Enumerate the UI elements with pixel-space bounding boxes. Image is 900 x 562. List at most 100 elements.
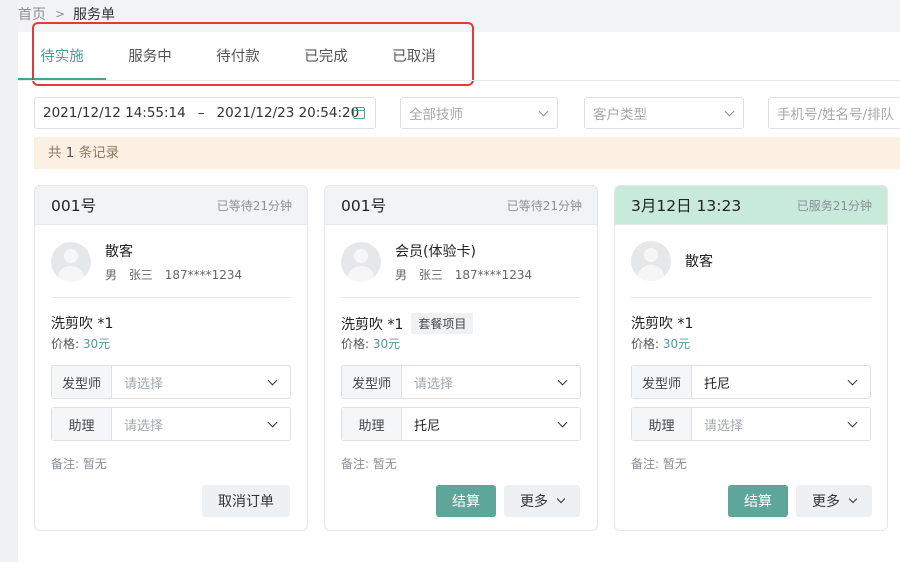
card-status: 已等待21分钟 <box>506 198 582 213</box>
main-content: 首页 > 服务单 待实施 服务中 待付款 已完成 已取消 2021/12/12 … <box>18 0 900 562</box>
customer-name: 会员(体验卡) <box>395 244 476 260</box>
customer-info: 会员(体验卡) 男 张三 187****1234 <box>341 241 540 283</box>
assistant-label: 助理 <box>342 408 402 440</box>
tab-awaiting-payment[interactable]: 待付款 <box>194 34 282 80</box>
order-card: 3月12日 13:23 已服务21分钟 散客 洗剪吹 *1 价格: 30元 发型… <box>614 185 888 531</box>
avatar <box>51 242 91 282</box>
customer-name: 散客 <box>685 254 713 270</box>
more-button[interactable]: 更多 <box>796 485 872 517</box>
breadcrumb-home[interactable]: 首页 <box>18 4 46 24</box>
tab-divider <box>18 80 900 81</box>
cancel-order-button[interactable]: 取消订单 <box>202 485 290 517</box>
more-button-label: 更多 <box>812 494 840 510</box>
date-end: 2021/12/23 20:54:20 <box>216 105 360 121</box>
stylist-value: 请选择 <box>124 376 164 392</box>
card-status: 已等待21分钟 <box>216 198 292 213</box>
search-input-placeholder: 手机号/姓名号/排队 <box>777 107 895 123</box>
chevron-down-icon <box>847 375 858 386</box>
search-input[interactable]: 手机号/姓名号/排队 <box>768 97 900 129</box>
customer-detail: 男 张三 187****1234 <box>395 266 540 283</box>
assistant-select[interactable]: 助理 请选择 <box>631 407 871 441</box>
left-sidebar-edge <box>0 0 18 562</box>
assistant-label: 助理 <box>632 408 692 440</box>
more-button[interactable]: 更多 <box>504 485 580 517</box>
card-title: 001号 <box>51 197 97 215</box>
avatar <box>341 242 381 282</box>
stylist-label: 发型师 <box>342 366 402 398</box>
remark: 备注: 暂无 <box>341 457 397 471</box>
card-divider <box>341 297 581 298</box>
customer-phone: 187****1234 <box>164 268 243 282</box>
tab-cancelled[interactable]: 已取消 <box>370 34 458 80</box>
customer-type-select[interactable]: 客户类型 <box>584 97 744 129</box>
service-name: 洗剪吹 *1 <box>51 316 114 332</box>
breadcrumb-current: 服务单 <box>73 7 116 23</box>
breadcrumb: 首页 > 服务单 <box>18 4 115 24</box>
chevron-down-icon <box>556 494 566 504</box>
chevron-down-icon <box>267 375 278 386</box>
chevron-down-icon <box>847 417 858 428</box>
chevron-down-icon <box>538 106 549 117</box>
price: 价格: 30元 <box>631 335 690 352</box>
settle-button[interactable]: 结算 <box>728 485 788 517</box>
tab-completed[interactable]: 已完成 <box>282 34 370 80</box>
record-count: 1 <box>65 145 75 161</box>
assistant-select[interactable]: 助理 请选择 <box>51 407 291 441</box>
record-count-prefix: 共 <box>48 145 62 161</box>
remark: 备注: 暂无 <box>51 457 107 471</box>
remark: 备注: 暂无 <box>631 457 687 471</box>
assistant-label: 助理 <box>52 408 112 440</box>
price-value: 30元 <box>372 337 401 351</box>
package-tag: 套餐项目 <box>411 313 474 334</box>
record-count-suffix: 条记录 <box>78 145 120 161</box>
tab-in-service[interactable]: 服务中 <box>106 34 194 80</box>
card-divider <box>631 297 871 298</box>
calendar-icon[interactable] <box>353 107 365 119</box>
stylist-label: 发型师 <box>632 366 692 398</box>
card-header: 001号 已等待21分钟 <box>35 186 307 225</box>
assistant-value: 请选择 <box>704 418 744 434</box>
assistant-value: 托尼 <box>414 418 441 434</box>
technician-select[interactable]: 全部技师 <box>400 97 558 129</box>
chevron-down-icon <box>557 417 568 428</box>
date-start: 2021/12/12 14:55:14 <box>43 105 186 121</box>
status-tabs: 待实施 服务中 待付款 已完成 已取消 <box>18 34 458 80</box>
stylist-select[interactable]: 发型师 请选择 <box>51 365 291 399</box>
date-range-picker[interactable]: 2021/12/12 14:55:14 – 2021/12/23 20:54:2… <box>34 97 376 129</box>
price-label: 价格: <box>51 337 80 351</box>
assistant-select[interactable]: 助理 托尼 <box>341 407 581 441</box>
order-card: 001号 已等待21分钟 散客 男 张三 187****1234 洗剪吹 *1 … <box>34 185 308 531</box>
card-title: 001号 <box>341 197 387 215</box>
card-divider <box>51 297 291 298</box>
record-count-bar: 共 1 条记录 <box>34 137 900 169</box>
price: 价格: 30元 <box>51 335 110 352</box>
service-line: 洗剪吹 *1 套餐项目 <box>341 313 474 334</box>
assistant-value: 请选择 <box>124 418 164 434</box>
tab-pending[interactable]: 待实施 <box>18 34 106 80</box>
customer-gender: 男 <box>105 268 118 282</box>
order-card: 001号 已等待21分钟 会员(体验卡) 男 张三 187****1234 洗剪… <box>324 185 598 531</box>
customer-staff: 张三 <box>128 268 153 282</box>
service-name: 洗剪吹 *1 <box>631 316 694 332</box>
stylist-value: 托尼 <box>704 376 731 392</box>
price-label: 价格: <box>341 337 370 351</box>
customer-info: 散客 男 张三 187****1234 <box>51 241 250 283</box>
customer-gender: 男 <box>395 268 408 282</box>
stylist-select[interactable]: 发型师 托尼 <box>631 365 871 399</box>
settle-button[interactable]: 结算 <box>436 485 496 517</box>
card-status: 已服务21分钟 <box>796 198 872 213</box>
chevron-down-icon <box>557 375 568 386</box>
avatar <box>631 241 671 281</box>
card-header: 3月12日 13:23 已服务21分钟 <box>615 186 887 225</box>
card-header: 001号 已等待21分钟 <box>325 186 597 225</box>
customer-info: 散客 <box>631 241 713 281</box>
chevron-down-icon <box>724 106 735 117</box>
price-value: 30元 <box>662 337 691 351</box>
price-value: 30元 <box>82 337 111 351</box>
customer-type-select-value: 客户类型 <box>593 107 647 123</box>
customer-detail: 男 张三 187****1234 <box>105 266 250 283</box>
stylist-select[interactable]: 发型师 请选择 <box>341 365 581 399</box>
customer-phone: 187****1234 <box>454 268 533 282</box>
service-line: 洗剪吹 *1 <box>631 313 693 333</box>
stylist-value: 请选择 <box>414 376 454 392</box>
